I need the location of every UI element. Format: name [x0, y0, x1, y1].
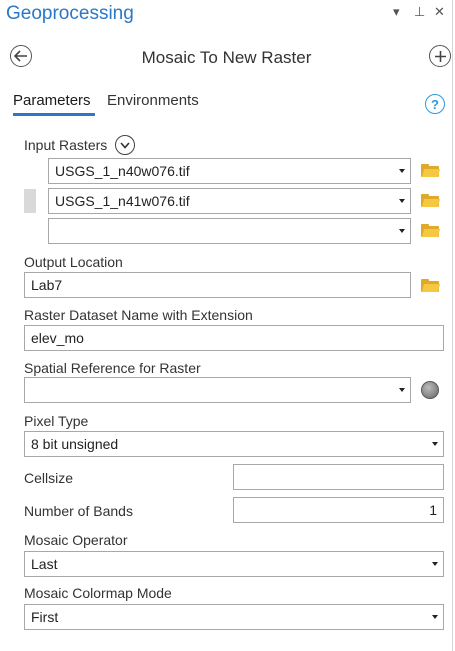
- spatial-reference-dropdown[interactable]: [24, 377, 411, 403]
- dropdown-arrow-icon[interactable]: [432, 615, 438, 619]
- dropdown-arrow-icon[interactable]: [399, 229, 405, 233]
- spatial-reference-label: Spatial Reference for Raster: [24, 360, 201, 376]
- help-icon[interactable]: ?: [425, 94, 445, 114]
- colormap-mode-label: Mosaic Colormap Mode: [24, 585, 172, 601]
- number-of-bands-label: Number of Bands: [24, 503, 133, 519]
- mosaic-operator-value: Last: [31, 556, 58, 572]
- output-location-label: Output Location: [24, 254, 123, 270]
- geoprocessing-pane: Geoprocessing ▾ ⊥ ✕ Mosaic To New Raster…: [0, 0, 453, 651]
- colormap-mode-value: First: [31, 609, 59, 625]
- pane-titlebar: Geoprocessing ▾ ⊥ ✕: [0, 0, 453, 32]
- dropdown-arrow-icon[interactable]: [399, 388, 405, 392]
- input-raster-value: USGS_1_n41w076.tif: [55, 193, 190, 209]
- input-raster-row-3[interactable]: [48, 218, 411, 244]
- dropdown-arrow-icon[interactable]: [399, 199, 405, 203]
- close-icon[interactable]: ✕: [434, 4, 445, 20]
- input-raster-row-1[interactable]: USGS_1_n40w076.tif: [48, 158, 411, 184]
- input-rasters-label: Input Rasters: [24, 137, 108, 153]
- number-of-bands-value: 1: [429, 502, 437, 518]
- output-location-field[interactable]: Lab7: [24, 272, 411, 298]
- pixel-type-label: Pixel Type: [24, 413, 89, 429]
- mosaic-operator-label: Mosaic Operator: [24, 532, 128, 548]
- dropdown-arrow-icon[interactable]: [399, 169, 405, 173]
- cellsize-field[interactable]: [233, 464, 444, 490]
- dataset-name-field[interactable]: elev_mo: [24, 325, 444, 351]
- pixel-type-dropdown[interactable]: 8 bit unsigned: [24, 431, 444, 457]
- input-raster-row-2[interactable]: USGS_1_n41w076.tif: [48, 188, 411, 214]
- folder-icon[interactable]: [421, 164, 441, 177]
- chevron-down-icon[interactable]: [115, 135, 135, 155]
- pane-title: Geoprocessing: [6, 3, 134, 24]
- mosaic-operator-dropdown[interactable]: Last: [24, 551, 444, 577]
- cellsize-label: Cellsize: [24, 470, 74, 486]
- globe-icon[interactable]: [421, 381, 439, 399]
- output-location-value: Lab7: [31, 277, 63, 293]
- pin-icon[interactable]: ⊥: [414, 4, 425, 20]
- folder-icon[interactable]: [421, 224, 441, 237]
- tab-environments[interactable]: Environments: [107, 92, 199, 109]
- input-raster-value: USGS_1_n40w076.tif: [55, 163, 190, 179]
- tool-title: Mosaic To New Raster: [141, 48, 312, 67]
- folder-icon[interactable]: [421, 279, 441, 292]
- dropdown-arrow-icon[interactable]: [432, 442, 438, 446]
- number-of-bands-field[interactable]: 1: [233, 497, 444, 523]
- tab-parameters[interactable]: Parameters: [13, 92, 91, 109]
- dataset-name-label: Raster Dataset Name with Extension: [24, 307, 253, 323]
- dataset-name-value: elev_mo: [31, 330, 84, 346]
- colormap-mode-dropdown[interactable]: First: [24, 604, 444, 630]
- dropdown-arrow-icon[interactable]: [432, 562, 438, 566]
- pane-menu-dropdown-icon[interactable]: ▾: [393, 4, 400, 20]
- row-drag-handle[interactable]: [24, 189, 36, 213]
- folder-icon[interactable]: [421, 194, 441, 207]
- pixel-type-value: 8 bit unsigned: [31, 436, 119, 452]
- active-tab-indicator: [13, 113, 95, 116]
- plus-circle-icon[interactable]: [429, 45, 451, 67]
